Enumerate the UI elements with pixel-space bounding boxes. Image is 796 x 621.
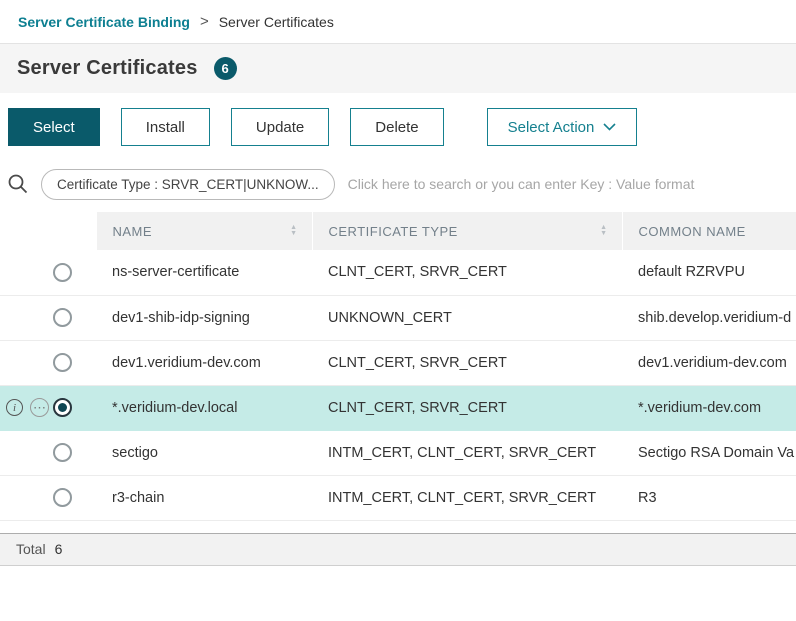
filter-chip-certificate-type[interactable]: Certificate Type : SRVR_CERT|UNKNOW... [41, 169, 335, 200]
cell-certificate-type: CLNT_CERT, SRVR_CERT [312, 250, 622, 295]
title-band: Server Certificates 6 [0, 44, 796, 93]
cell-certificate-type: INTM_CERT, CLNT_CERT, SRVR_CERT [312, 430, 622, 475]
cell-common-name: shib.develop.veridium-d [622, 295, 796, 340]
cell-certificate-type: CLNT_CERT, SRVR_CERT [312, 340, 622, 385]
row-radio[interactable] [53, 353, 72, 372]
toolbar: Select Install Update Delete Select Acti… [0, 108, 796, 146]
certificates-table: NAME ▲▼ CERTIFICATE TYPE ▲▼ COMMON NAME [0, 212, 796, 521]
cell-name: ns-server-certificate [96, 250, 312, 295]
total-value: 6 [55, 541, 63, 557]
cell-common-name: *.veridium-dev.com [622, 385, 796, 430]
header-common-name[interactable]: COMMON NAME ▲▼ [622, 212, 796, 250]
server-certificates-page: Server Certificate Binding > Server Cert… [0, 0, 796, 566]
table-row[interactable]: dev1-shib-idp-signing UNKNOWN_CERT shib.… [0, 295, 796, 340]
chevron-down-icon [603, 123, 616, 131]
cell-name: r3-chain [96, 475, 312, 520]
sort-icon[interactable]: ▲▼ [590, 225, 607, 237]
cell-common-name: dev1.veridium-dev.com [622, 340, 796, 385]
header-certificate-type[interactable]: CERTIFICATE TYPE ▲▼ [312, 212, 622, 250]
header-certificate-type-label: CERTIFICATE TYPE [329, 224, 458, 239]
header-name-label: NAME [113, 224, 153, 239]
cell-name: dev1.veridium-dev.com [96, 340, 312, 385]
row-radio[interactable] [53, 308, 72, 327]
update-button[interactable]: Update [231, 108, 329, 146]
cell-certificate-type: UNKNOWN_CERT [312, 295, 622, 340]
row-radio[interactable] [53, 263, 72, 282]
select-action-label: Select Action [508, 119, 595, 136]
install-button[interactable]: Install [121, 108, 210, 146]
cell-name: dev1-shib-idp-signing [96, 295, 312, 340]
count-badge: 6 [214, 57, 237, 80]
breadcrumb-link-server-certificate-binding[interactable]: Server Certificate Binding [18, 14, 190, 30]
table-header-row: NAME ▲▼ CERTIFICATE TYPE ▲▼ COMMON NAME [0, 212, 796, 250]
info-icon[interactable]: i [6, 399, 23, 416]
breadcrumb: Server Certificate Binding > Server Cert… [0, 0, 796, 44]
cell-name: *.veridium-dev.local [96, 385, 312, 430]
header-common-name-label: COMMON NAME [639, 224, 746, 239]
cell-name: sectigo [96, 430, 312, 475]
row-radio[interactable] [53, 488, 72, 507]
cell-certificate-type: CLNT_CERT, SRVR_CERT [312, 385, 622, 430]
page-title: Server Certificates [17, 57, 198, 80]
table-row-selected[interactable]: i ⋯ *.veridium-dev.local CLNT_CERT, SRVR… [0, 385, 796, 430]
table-row[interactable]: sectigo INTM_CERT, CLNT_CERT, SRVR_CERT … [0, 430, 796, 475]
row-radio-selected[interactable] [53, 398, 72, 417]
cell-common-name: R3 [622, 475, 796, 520]
total-bar: Total 6 [0, 533, 796, 566]
select-action-dropdown[interactable]: Select Action [487, 108, 638, 146]
table-row[interactable]: r3-chain INTM_CERT, CLNT_CERT, SRVR_CERT… [0, 475, 796, 520]
search-input[interactable] [346, 175, 786, 193]
cell-common-name: default RZRVPU [622, 250, 796, 295]
row-radio[interactable] [53, 443, 72, 462]
delete-button[interactable]: Delete [350, 108, 443, 146]
total-label: Total [16, 541, 46, 557]
header-action-column [0, 212, 96, 250]
breadcrumb-separator-icon: > [200, 13, 209, 30]
sort-icon[interactable]: ▲▼ [280, 225, 297, 237]
table-row[interactable]: ns-server-certificate CLNT_CERT, SRVR_CE… [0, 250, 796, 295]
search-bar: Certificate Type : SRVR_CERT|UNKNOW... [0, 164, 796, 204]
more-actions-icon[interactable]: ⋯ [30, 398, 49, 417]
table-row[interactable]: dev1.veridium-dev.com CLNT_CERT, SRVR_CE… [0, 340, 796, 385]
header-name[interactable]: NAME ▲▼ [96, 212, 312, 250]
cell-certificate-type: INTM_CERT, CLNT_CERT, SRVR_CERT [312, 475, 622, 520]
cell-common-name: Sectigo RSA Domain Va [622, 430, 796, 475]
select-button[interactable]: Select [8, 108, 100, 146]
breadcrumb-current: Server Certificates [219, 14, 334, 30]
search-icon [6, 172, 30, 196]
